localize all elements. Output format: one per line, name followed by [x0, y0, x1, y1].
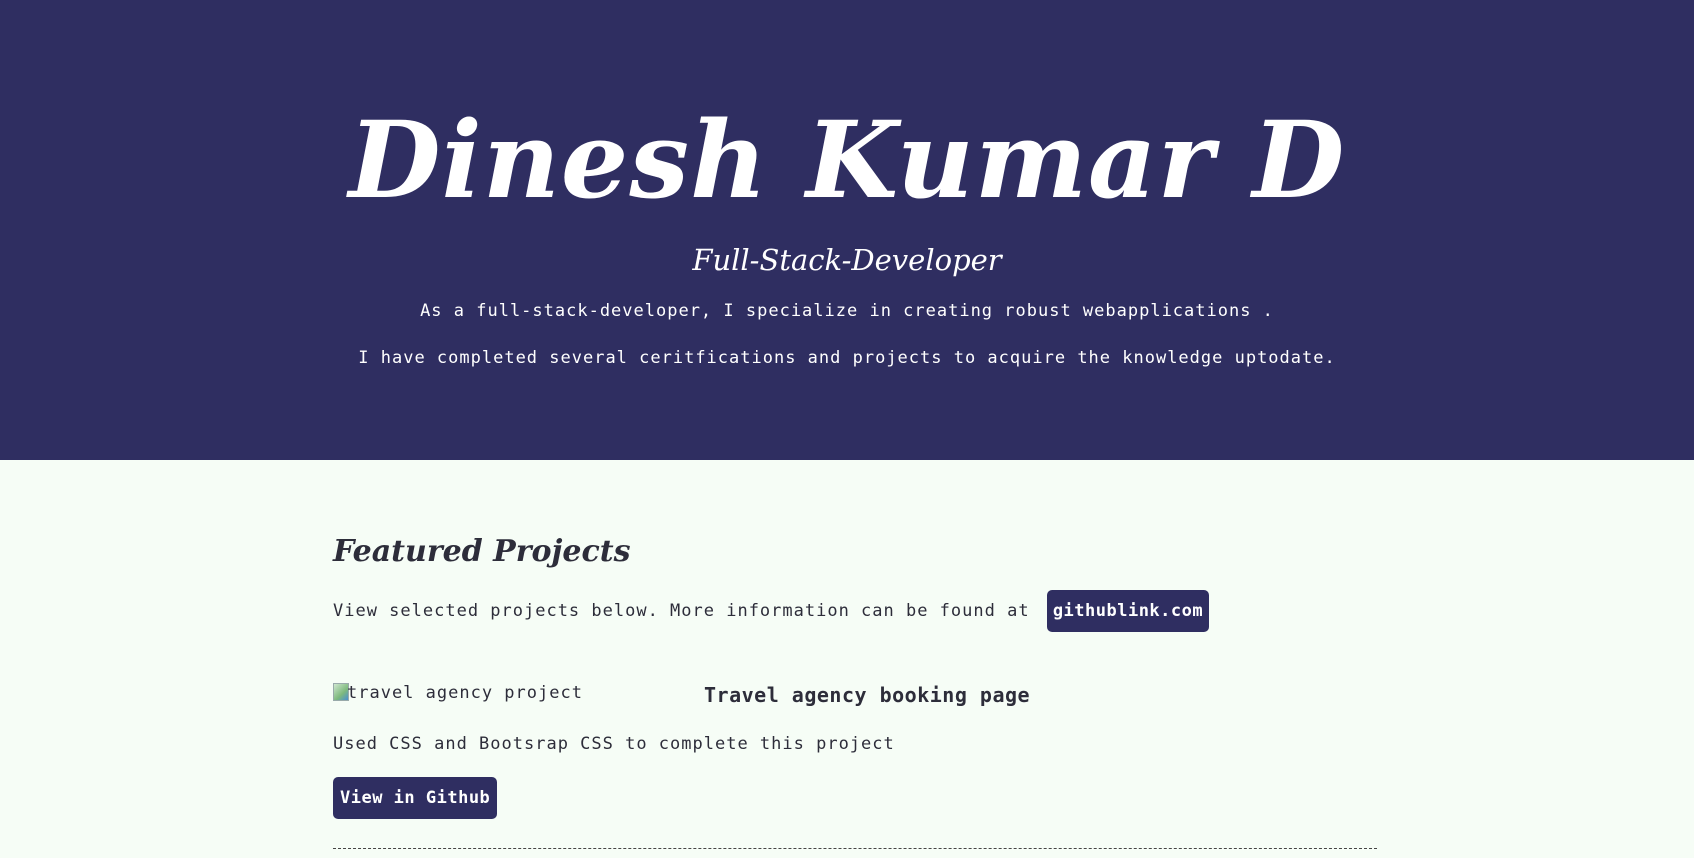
hero-intro-line-1: As a full-stack-developer, I specialize …	[420, 301, 1274, 321]
projects-intro-text: View selected projects below. More infor…	[333, 601, 1030, 621]
project-image-alt: travel agency project	[347, 683, 583, 703]
projects-intro: View selected projects below. More infor…	[333, 590, 1210, 632]
view-in-github-button[interactable]: View in Github	[333, 777, 498, 819]
github-link[interactable]: githublink.com	[1046, 590, 1210, 632]
hero-role: Full-Stack-Developer	[692, 243, 1002, 277]
hero-name: Dinesh Kumar D	[348, 97, 1346, 222]
project-divider	[333, 848, 1377, 849]
project-image: travel agency project	[333, 680, 583, 706]
projects-heading: Featured Projects	[333, 534, 631, 569]
project-title: Travel agency booking page	[704, 683, 1031, 707]
project-description: Used CSS and Bootsrap CSS to complete th…	[333, 734, 895, 754]
hero-section: Dinesh Kumar D Full-Stack-Developer As a…	[0, 0, 1694, 460]
hero-intro-line-2: I have completed several ceritfications …	[358, 348, 1336, 368]
